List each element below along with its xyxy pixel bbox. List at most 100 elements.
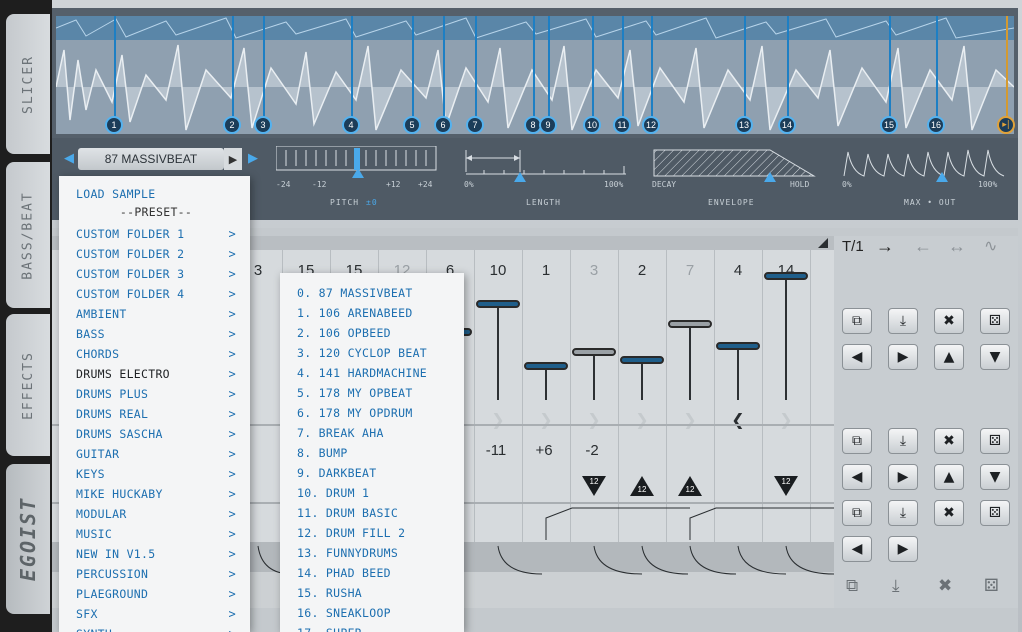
step-value[interactable]: +6 — [520, 442, 568, 459]
preset-play-icon[interactable]: ▶ — [224, 148, 242, 170]
submenu-preset-item[interactable]: 6. 178 MY OPDRUM — [297, 403, 457, 423]
preset-next-icon[interactable]: ▶ — [248, 151, 258, 166]
step-resolution[interactable]: T/1 — [842, 238, 864, 255]
menu-folder-item[interactable]: DRUMS ELECTRO > — [76, 364, 236, 384]
maxout-control[interactable]: 0% 100% MAX • OUT — [842, 146, 1008, 216]
slice-number[interactable]: 3 — [254, 116, 272, 134]
submenu-preset-item[interactable]: 12. DRUM FILL 2 — [297, 523, 457, 543]
random-direction-icon[interactable]: ∿ — [984, 236, 997, 256]
tab-effects[interactable]: EFFECTS — [6, 314, 50, 456]
menu-folder-item[interactable]: CHORDS > — [76, 344, 236, 364]
step-direction-icon[interactable]: ❮ — [714, 410, 762, 429]
menu-folder-item[interactable]: MIKE HUCKABY > — [76, 484, 236, 504]
tab-egoist[interactable]: EGOIST — [6, 464, 50, 614]
step-bar[interactable] — [668, 320, 712, 328]
shift-right-icon[interactable]: ▶ — [888, 464, 918, 490]
menu-folder-item[interactable]: AMBIENT > — [76, 304, 236, 324]
shift-up-icon[interactable]: ▲ — [934, 464, 964, 490]
shift-right-icon[interactable]: ▶ — [888, 344, 918, 370]
menu-folder-item[interactable]: MUSIC > — [76, 524, 236, 544]
menu-folder-item[interactable]: MODULAR > — [76, 504, 236, 524]
length-control[interactable]: 0% 100% LENGTH — [464, 146, 630, 216]
menu-folder-item[interactable]: NEW IN V1.5 > — [76, 544, 236, 564]
step-direction-icon[interactable]: ❯ — [570, 410, 618, 429]
slice-number[interactable]: 16 — [927, 116, 945, 134]
step-direction-icon[interactable]: ❯ — [618, 410, 666, 429]
shift-down-icon[interactable]: ▼ — [980, 464, 1010, 490]
slice-number[interactable]: 1 — [105, 116, 123, 134]
copy-icon[interactable]: ⧉ — [846, 576, 858, 596]
submenu-preset-item[interactable]: 8. BUMP — [297, 443, 457, 463]
submenu-preset-item[interactable]: 9. DARKBEAT — [297, 463, 457, 483]
menu-folder-item[interactable]: DRUMS SASCHA > — [76, 424, 236, 444]
submenu-preset-item[interactable]: 10. DRUM 1 — [297, 483, 457, 503]
menu-folder-item[interactable]: CUSTOM FOLDER 3 > — [76, 264, 236, 284]
menu-folder-item[interactable]: PERCUSSION > — [76, 564, 236, 584]
preset-selector[interactable]: 87 MASSIVBEAT — [78, 148, 224, 170]
slice-number[interactable]: 4 — [342, 116, 360, 134]
menu-folder-item[interactable]: SFX > — [76, 604, 236, 624]
menu-folder-item[interactable]: KEYS > — [76, 464, 236, 484]
step-bar[interactable] — [572, 348, 616, 356]
submenu-preset-item[interactable]: 1. 106 ARENABEED — [297, 303, 457, 323]
tab-slicer[interactable]: SLICER — [6, 14, 50, 154]
submenu-preset-item[interactable]: 16. SNEAKLOOP — [297, 603, 457, 623]
paste-icon[interactable]: ⤓ — [888, 500, 918, 526]
menu-folder-item[interactable]: GUITAR > — [76, 444, 236, 464]
slice-number[interactable]: 5 — [403, 116, 421, 134]
shift-left-icon[interactable]: ◀ — [842, 464, 872, 490]
menu-folder-item[interactable]: SYNTH > — [76, 624, 236, 632]
forward-arrow-icon[interactable]: → — [876, 236, 894, 257]
paste-icon[interactable]: ⤓ — [892, 576, 900, 596]
submenu-preset-item[interactable]: 0. 87 MASSIVBEAT — [297, 283, 457, 303]
maxout-pointer-icon[interactable] — [936, 172, 948, 182]
submenu-preset-item[interactable]: 3. 120 CYCLOP BEAT — [297, 343, 457, 363]
slice-number[interactable]: 12 — [642, 116, 660, 134]
paste-icon[interactable]: ⤓ — [888, 428, 918, 454]
clear-icon[interactable]: ✖ — [938, 576, 952, 596]
menu-folder-item[interactable]: PLAEGROUND > — [76, 584, 236, 604]
clear-icon[interactable]: ✖ — [934, 428, 964, 454]
clear-icon[interactable]: ✖ — [934, 500, 964, 526]
step-direction-icon[interactable]: ❯ — [474, 410, 522, 429]
step-value[interactable]: -2 — [568, 442, 616, 459]
slice-number[interactable]: 15 — [880, 116, 898, 134]
step-direction-icon[interactable]: ❯ — [522, 410, 570, 429]
pingpong-arrow-icon[interactable]: ↔ — [948, 236, 966, 257]
shift-up-icon[interactable]: ▲ — [934, 344, 964, 370]
submenu-preset-item[interactable]: 5. 178 MY OPBEAT — [297, 383, 457, 403]
paste-icon[interactable]: ⤓ — [888, 308, 918, 334]
step-bar[interactable] — [716, 342, 760, 350]
submenu-preset-item[interactable]: 17. SUPER — [297, 623, 457, 632]
dice-icon[interactable]: ⚄ — [980, 500, 1010, 526]
dice-icon[interactable]: ⚄ — [980, 428, 1010, 454]
slice-number[interactable]: 9 — [539, 116, 557, 134]
menu-load-sample[interactable]: LOAD SAMPLE — [76, 184, 236, 204]
menu-folder-item[interactable]: BASS > — [76, 324, 236, 344]
dice-icon[interactable]: ⚄ — [980, 308, 1010, 334]
submenu-preset-item[interactable]: 7. BREAK AHA — [297, 423, 457, 443]
slice-number[interactable]: 2 — [223, 116, 241, 134]
slice-number[interactable]: 13 — [735, 116, 753, 134]
step-value[interactable]: -11 — [472, 442, 520, 459]
slice-number[interactable]: 14 — [778, 116, 796, 134]
slice-number[interactable]: 10 — [583, 116, 601, 134]
shift-left-icon[interactable]: ◀ — [842, 536, 872, 562]
clear-icon[interactable]: ✖ — [934, 308, 964, 334]
preset-prev-icon[interactable]: ◀ — [64, 151, 74, 166]
submenu-preset-item[interactable]: 11. DRUM BASIC — [297, 503, 457, 523]
menu-folder-item[interactable]: CUSTOM FOLDER 4 > — [76, 284, 236, 304]
menu-folder-item[interactable]: CUSTOM FOLDER 1 > — [76, 224, 236, 244]
shift-left-icon[interactable]: ◀ — [842, 344, 872, 370]
menu-folder-item[interactable]: DRUMS REAL > — [76, 404, 236, 424]
slice-number[interactable]: 6 — [434, 116, 452, 134]
step-bar[interactable] — [764, 272, 808, 280]
tab-bassbeat[interactable]: BASS/BEAT — [6, 162, 50, 308]
pitch-control[interactable]: -24 -12 +12 +24 PITCH ±0 — [276, 146, 438, 216]
submenu-preset-item[interactable]: 15. RUSHA — [297, 583, 457, 603]
envelope-control[interactable]: DECAY HOLD ENVELOPE — [652, 146, 818, 216]
step-bar[interactable] — [620, 356, 664, 364]
shift-right-icon[interactable]: ▶ — [888, 536, 918, 562]
submenu-preset-item[interactable]: 2. 106 OPBEED — [297, 323, 457, 343]
step-direction-icon[interactable]: ❯ — [762, 410, 810, 429]
